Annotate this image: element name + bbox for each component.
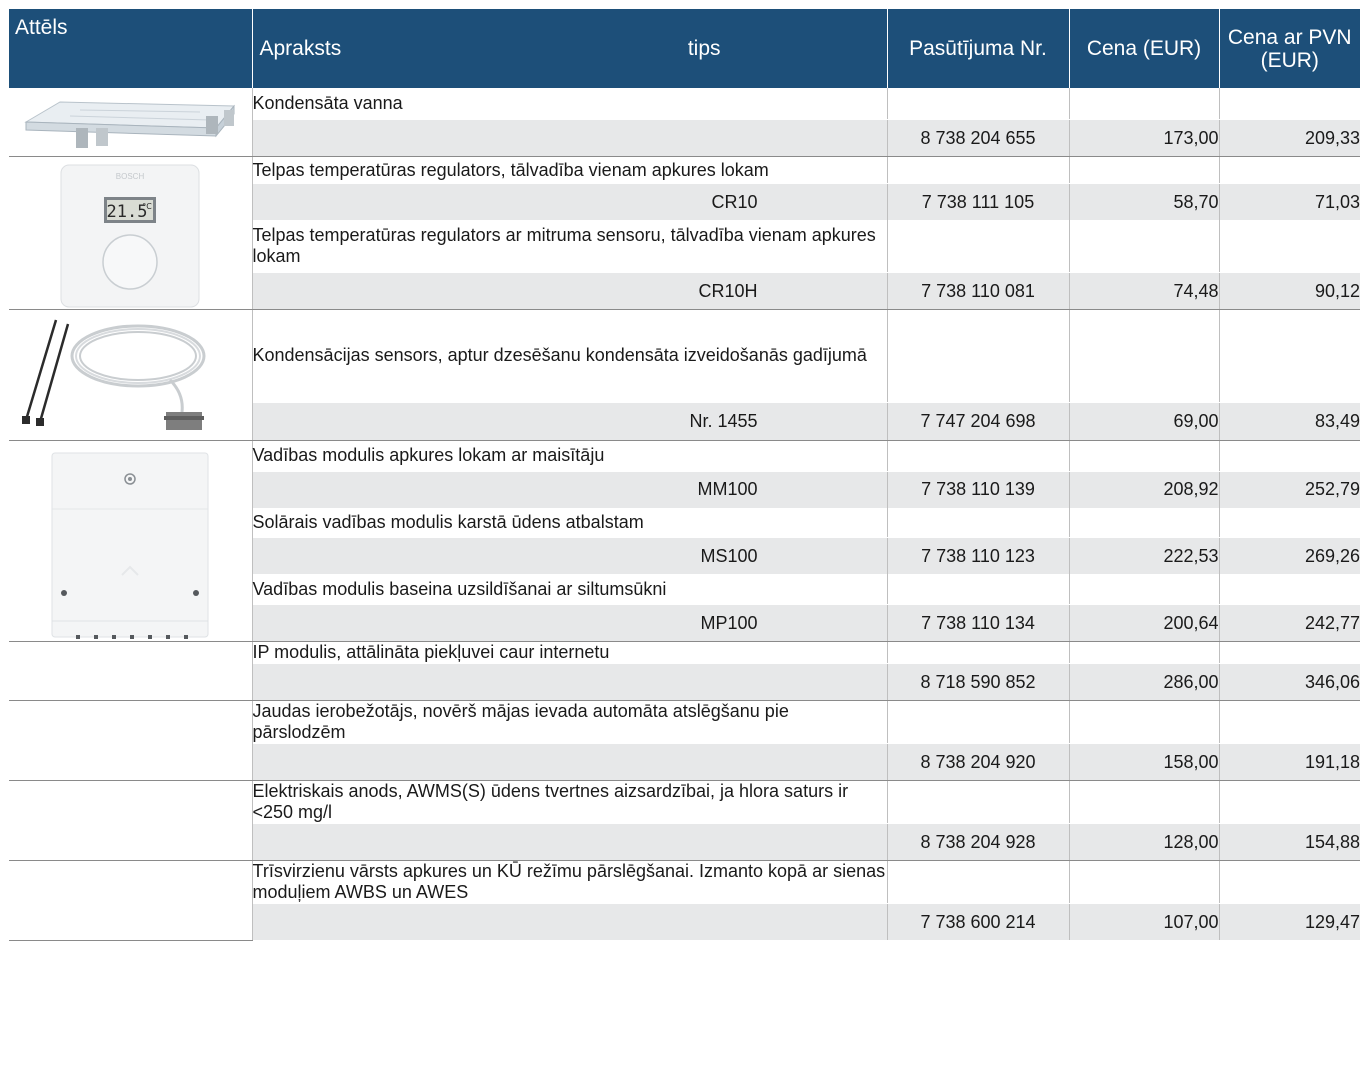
table-row: Vadības modulis apkures lokam ar maisītā… xyxy=(9,440,1360,642)
price-cell: 208,92 xyxy=(1069,471,1220,508)
empty-image-cell xyxy=(9,780,253,861)
table-row: Kondensāta vanna xyxy=(9,88,1360,157)
thermostat-unit: °C xyxy=(142,202,152,211)
condensate-tray-cell xyxy=(9,88,253,157)
header-price: Cena (EUR) xyxy=(1069,9,1220,88)
order-number-cell: 7 747 204 698 xyxy=(887,402,1070,442)
type-cell xyxy=(252,903,888,940)
type-cell: MM100 xyxy=(252,471,888,508)
type-value: Nr. 1455 xyxy=(689,410,758,431)
table-row: IP modulis, attālināta piekļuvei caur in… xyxy=(9,641,1360,701)
header-description-label: Apraksts xyxy=(259,36,342,60)
type-value: MS100 xyxy=(700,545,758,566)
empty-image-cell xyxy=(9,641,253,701)
type-cell xyxy=(252,823,888,861)
price-vat-cell: 346,06 xyxy=(1219,663,1360,701)
header-image: Attēls xyxy=(9,9,253,88)
type-value: CR10 xyxy=(711,191,758,212)
description-cell: Kondensācijas sensors, aptur dzesēšanu k… xyxy=(252,309,888,403)
header-type-label: tips xyxy=(687,36,721,60)
empty-image-cell xyxy=(9,700,253,781)
description-cell: Vadības modulis baseina uzsildīšanai ar … xyxy=(252,574,888,606)
thermostat-image: BOSCH 21.5 °C xyxy=(60,164,200,308)
type-cell: Nr. 1455 xyxy=(252,402,888,442)
price-cell: 200,64 xyxy=(1069,604,1220,642)
type-value: MM100 xyxy=(697,479,758,500)
type-cell: MS100 xyxy=(252,537,888,575)
price-cell: 69,00 xyxy=(1069,402,1220,442)
table-row: BOSCH 21.5 °C Telpas temperatūras regula… xyxy=(9,156,1360,310)
price-cell: 286,00 xyxy=(1069,663,1220,701)
price-vat-cell: 83,49 xyxy=(1219,402,1360,442)
description-cell: Trīsvirzienu vārsts apkures un KŪ režīmu… xyxy=(252,860,888,904)
order-number-cell: 7 738 110 081 xyxy=(887,272,1070,310)
table-row: Elektriskais anods, AWMS(S) ūdens tvertn… xyxy=(9,780,1360,861)
control-module-cell xyxy=(9,440,253,642)
header-description: Apraksts tips xyxy=(252,9,888,88)
table-row: Jaudas ierobežotājs, novērš mājas ievada… xyxy=(9,700,1360,781)
description-cell: Telpas temperatūras regulators, tālvadīb… xyxy=(252,156,888,185)
header-row: Attēls Apraksts tips Pasūtījuma Nr. Cena… xyxy=(9,9,1360,88)
price-cell: 128,00 xyxy=(1069,823,1220,861)
price-cell: 58,70 xyxy=(1069,183,1220,221)
header-order-number: Pasūtījuma Nr. xyxy=(887,9,1070,88)
price-vat-cell: 209,33 xyxy=(1219,119,1360,157)
price-vat-cell: 71,03 xyxy=(1219,183,1360,221)
order-number-cell: 7 738 600 214 xyxy=(887,903,1070,940)
thermostat-cell: BOSCH 21.5 °C xyxy=(9,156,253,310)
price-table: Attēls Apraksts tips Pasūtījuma Nr. Cena… xyxy=(9,9,1360,941)
price-vat-cell: 191,18 xyxy=(1219,743,1360,781)
order-number-cell: 8 738 204 920 xyxy=(887,743,1070,781)
type-cell xyxy=(252,663,888,701)
type-cell: CR10 xyxy=(252,183,888,221)
price-cell: 107,00 xyxy=(1069,903,1220,940)
header-price-vat: Cena ar PVN (EUR) xyxy=(1219,9,1360,88)
description-cell: IP modulis, attālināta piekļuvei caur in… xyxy=(252,641,888,664)
type-value: MP100 xyxy=(700,612,758,633)
price-cell: 74,48 xyxy=(1069,272,1220,310)
order-number-cell: 8 718 590 852 xyxy=(887,663,1070,701)
description-cell: Kondensāta vanna xyxy=(252,88,888,120)
price-cell: 222,53 xyxy=(1069,537,1220,575)
order-number-cell: 8 738 204 928 xyxy=(887,823,1070,861)
description-cell: Jaudas ierobežotājs, novērš mājas ievada… xyxy=(252,700,888,744)
price-vat-cell: 242,77 xyxy=(1219,604,1360,642)
type-cell xyxy=(252,119,888,157)
order-number-cell: 7 738 110 123 xyxy=(887,537,1070,575)
price-vat-cell: 90,12 xyxy=(1219,272,1360,310)
condensation-sensor-cell xyxy=(9,309,253,441)
control-module-image xyxy=(51,452,209,639)
order-number-cell: 7 738 110 139 xyxy=(887,471,1070,508)
price-vat-cell: 252,79 xyxy=(1219,471,1360,508)
thermostat-brand: BOSCH xyxy=(116,172,145,181)
price-vat-cell: 129,47 xyxy=(1219,903,1360,940)
type-cell: CR10H xyxy=(252,272,888,310)
description-cell: Elektriskais anods, AWMS(S) ūdens tvertn… xyxy=(252,780,888,824)
price-vat-cell: 154,88 xyxy=(1219,823,1360,861)
order-number-cell: 7 738 110 134 xyxy=(887,604,1070,642)
order-number-cell: 8 738 204 655 xyxy=(887,119,1070,157)
type-cell: MP100 xyxy=(252,604,888,642)
header-price-vat-line1: Cena ar PVN xyxy=(1227,25,1352,49)
table-row: Trīsvirzienu vārsts apkures un KŪ režīmu… xyxy=(9,860,1360,941)
description-cell: Telpas temperatūras regulators ar mitrum… xyxy=(252,220,888,274)
header-price-vat-line2: (EUR) xyxy=(1260,48,1319,72)
condensation-sensor-image xyxy=(22,319,206,430)
description-cell: Vadības modulis apkures lokam ar maisītā… xyxy=(252,440,888,472)
price-cell: 158,00 xyxy=(1069,743,1220,781)
empty-image-cell xyxy=(9,860,253,941)
condensate-tray-image xyxy=(24,101,236,148)
price-vat-cell: 269,26 xyxy=(1219,537,1360,575)
description-cell: Solārais vadības modulis karstā ūdens at… xyxy=(252,507,888,539)
type-cell xyxy=(252,743,888,781)
order-number-cell: 7 738 111 105 xyxy=(887,183,1070,221)
table-row: Kondensācijas sensors, aptur dzesēšanu k… xyxy=(9,309,1360,441)
price-cell: 173,00 xyxy=(1069,119,1220,157)
type-value: CR10H xyxy=(698,280,758,301)
